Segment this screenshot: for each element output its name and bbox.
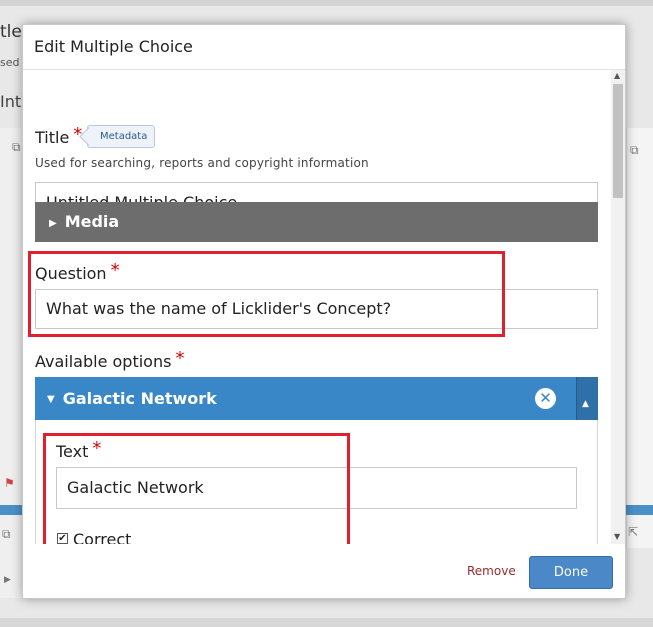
scrollbar-thumb[interactable] xyxy=(613,84,623,198)
dialog-body[interactable]: Title * Metadata Used for searching, repo… xyxy=(23,70,611,544)
done-button[interactable]: Done xyxy=(529,556,613,589)
duplicate-icon: ⧉ xyxy=(2,527,11,541)
remove-link[interactable]: Remove xyxy=(467,564,516,578)
caret-right-icon: ▶ xyxy=(49,218,57,229)
option-header[interactable]: ▼ Galactic Network ✕ ▲ ▼ xyxy=(35,377,598,430)
title-field-label: Title * xyxy=(35,124,83,147)
edit-multiple-choice-dialog: Edit Multiple Choice Title * Metadata Use… xyxy=(22,24,626,599)
media-label: Media xyxy=(64,212,120,231)
background-bottom-strip xyxy=(0,618,653,627)
caret-down-icon: ▼ xyxy=(47,394,55,405)
background-title-fragment: tle xyxy=(0,22,22,42)
media-section-header[interactable]: ▶ Media xyxy=(35,202,598,242)
scroll-down-icon[interactable]: ▼ xyxy=(614,532,620,541)
play-icon: ▶ xyxy=(4,575,11,585)
scroll-up-icon[interactable]: ▲ xyxy=(614,71,620,80)
option-highlight-box xyxy=(43,433,350,544)
option-header-label: Galactic Network xyxy=(62,389,217,408)
background-right-selection xyxy=(626,505,653,515)
background-left-selection xyxy=(0,505,22,515)
export-icon: ⇱ xyxy=(628,525,639,539)
background-subtitle-fragment: sed xyxy=(0,56,20,69)
remove-option-icon[interactable]: ✕ xyxy=(535,388,556,409)
option-order-controls: ▲ ▼ xyxy=(576,377,598,430)
available-options-label: Available options * xyxy=(35,348,185,371)
title-field-description: Used for searching, reports and copyrigh… xyxy=(35,156,369,170)
copy-icon: ⧉ xyxy=(12,140,21,154)
background-top-strip xyxy=(0,0,653,6)
puzzle-icon: ⚑ xyxy=(4,476,15,490)
paste-icon: ⧉ xyxy=(630,143,639,157)
question-highlight-box xyxy=(28,251,505,337)
dialog-scrollbar[interactable]: ▲ ▼ xyxy=(611,70,625,544)
dialog-title: Edit Multiple Choice xyxy=(34,37,193,56)
metadata-tag[interactable]: Metadata xyxy=(87,125,156,148)
background-right-panel xyxy=(626,128,653,548)
required-mark: * xyxy=(175,348,185,369)
